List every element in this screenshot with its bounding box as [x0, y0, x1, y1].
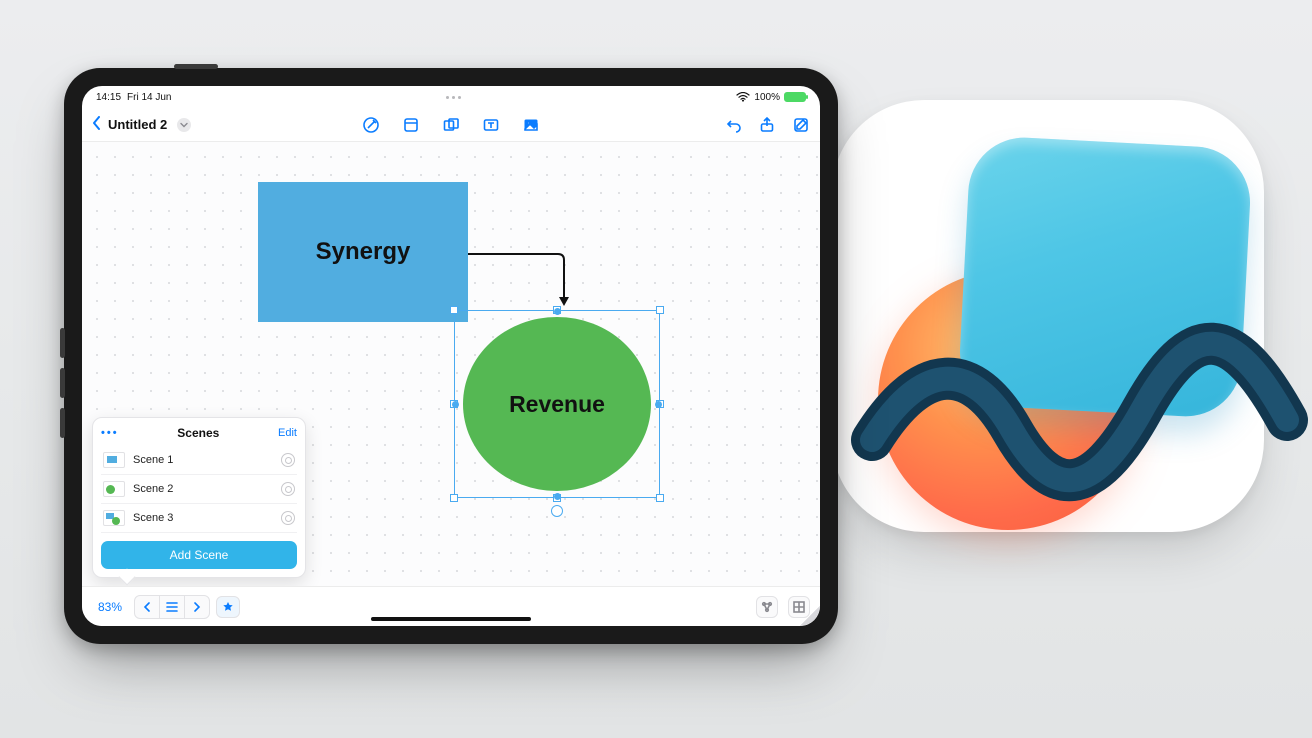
shape-label: Synergy	[316, 238, 411, 266]
scene-focus-icon[interactable]	[281, 482, 295, 496]
battery-percent-label: 100%	[754, 92, 780, 103]
ipad-side-button	[60, 328, 65, 358]
shape-label: Revenue	[509, 391, 605, 418]
scene-thumbnail-icon	[103, 510, 125, 526]
next-scene-button[interactable]	[185, 596, 209, 618]
document-title[interactable]: Untitled 2	[108, 117, 167, 132]
multitask-dots-icon[interactable]	[446, 96, 461, 99]
add-scene-button[interactable]: Add Scene	[101, 541, 297, 569]
resize-handle[interactable]	[450, 494, 458, 502]
text-box-tool-icon[interactable]	[482, 116, 500, 134]
ipad-side-button	[60, 408, 65, 438]
scenes-more-button[interactable]: •••	[101, 427, 119, 439]
scene-name-label: Scene 3	[133, 512, 273, 524]
scene-row[interactable]: Scene 1	[101, 446, 297, 475]
zoom-level-label[interactable]: 83%	[92, 600, 128, 614]
scene-thumbnail-icon	[103, 452, 125, 468]
scene-thumbnail-icon	[103, 481, 125, 497]
ipad-side-button	[60, 368, 65, 398]
scenes-list-button[interactable]	[160, 596, 184, 618]
connection-point[interactable]	[452, 401, 459, 408]
home-indicator[interactable]	[371, 617, 531, 621]
ipad-power-button	[174, 64, 218, 69]
scene-focus-icon[interactable]	[281, 511, 295, 525]
ipad-device-frame: 14:15 Fri 14 Jun 100% Untitled 2	[64, 68, 838, 644]
battery-icon	[784, 92, 806, 102]
freeform-app-icon	[832, 100, 1264, 532]
shapes-tool-icon[interactable]	[442, 116, 460, 134]
status-time: 14:15	[96, 92, 121, 103]
compose-button[interactable]	[792, 116, 810, 134]
scene-name-label: Scene 2	[133, 483, 273, 495]
connection-point[interactable]	[554, 493, 561, 500]
rotate-handle[interactable]	[551, 505, 563, 517]
sticky-note-tool-icon[interactable]	[402, 116, 420, 134]
resize-handle[interactable]	[656, 494, 664, 502]
connector-arrow[interactable]	[468, 252, 584, 312]
connection-point[interactable]	[655, 401, 662, 408]
shape-circle-revenue[interactable]: Revenue	[463, 317, 651, 491]
status-bar: 14:15 Fri 14 Jun 100%	[82, 86, 820, 108]
status-date: Fri 14 Jun	[127, 92, 171, 103]
shape-rectangle-synergy[interactable]: Synergy	[258, 182, 468, 322]
share-button[interactable]	[758, 116, 776, 134]
scene-name-label: Scene 1	[133, 454, 273, 466]
scene-row[interactable]: Scene 3	[101, 504, 297, 533]
minimap-button[interactable]	[756, 596, 778, 618]
ipad-screen: 14:15 Fri 14 Jun 100% Untitled 2	[82, 86, 820, 626]
scene-focus-icon[interactable]	[281, 453, 295, 467]
title-dropdown-icon[interactable]	[177, 118, 191, 132]
image-tool-icon[interactable]	[522, 116, 540, 134]
pen-tool-icon[interactable]	[362, 116, 380, 134]
undo-button[interactable]	[724, 116, 742, 134]
scenes-toggle-button[interactable]	[216, 596, 240, 618]
scene-navigator	[134, 595, 210, 619]
connection-point[interactable]	[554, 308, 561, 315]
scenes-panel: ••• Scenes Edit Scene 1 Scene 2 Scene 3 …	[92, 417, 306, 578]
prev-scene-button[interactable]	[135, 596, 159, 618]
resize-handle[interactable]	[656, 306, 664, 314]
scenes-panel-title: Scenes	[177, 426, 219, 440]
selection-box[interactable]: Revenue	[454, 310, 660, 498]
scene-row[interactable]: Scene 2	[101, 475, 297, 504]
resize-handle[interactable]	[450, 306, 458, 314]
app-toolbar: Untitled 2	[82, 108, 820, 142]
back-button[interactable]	[92, 116, 102, 134]
app-icon-squiggle	[862, 300, 1292, 520]
wifi-icon	[736, 92, 750, 102]
scenes-edit-button[interactable]: Edit	[278, 427, 297, 439]
